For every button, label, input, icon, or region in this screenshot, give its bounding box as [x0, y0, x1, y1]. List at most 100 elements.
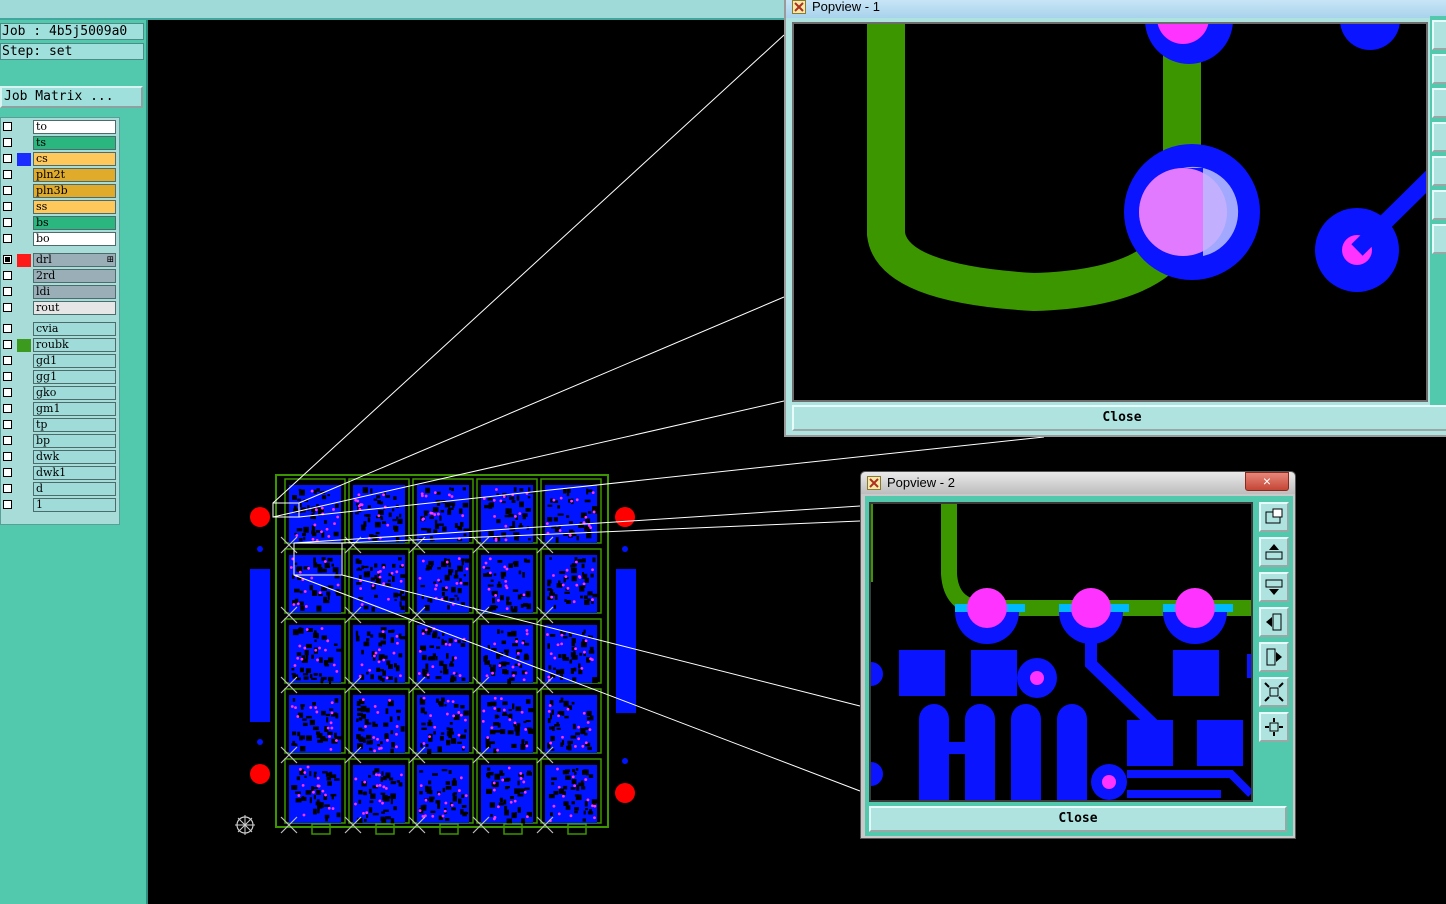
layer-checkbox[interactable] — [3, 340, 12, 349]
layer-name[interactable]: ts — [33, 136, 116, 150]
popview-1-view[interactable] — [792, 22, 1428, 402]
layer-name[interactable]: 1 — [33, 498, 116, 512]
popview-2-view[interactable] — [869, 502, 1253, 802]
layer-checkbox[interactable] — [3, 404, 12, 413]
close-icon[interactable]: × — [1245, 472, 1289, 491]
layer-checkbox[interactable] — [3, 234, 12, 243]
layer-name[interactable]: cvia — [33, 322, 116, 336]
layer-checkbox[interactable] — [3, 436, 12, 445]
layer-checkbox[interactable] — [3, 468, 12, 477]
unit-via — [381, 630, 385, 634]
layer-row-roubk[interactable]: roubk — [1, 338, 119, 353]
layer-row-tp[interactable]: tp — [1, 418, 119, 433]
layer-checkbox[interactable] — [3, 372, 12, 381]
layer-row-bo[interactable]: bo — [1, 232, 119, 247]
layer-checkbox[interactable] — [3, 484, 12, 493]
popview-1-close-button[interactable]: Close — [792, 405, 1446, 431]
layer-name[interactable]: bo — [33, 232, 116, 246]
pan-right-icon[interactable] — [1259, 642, 1289, 672]
layer-checkbox[interactable] — [3, 287, 12, 296]
pan-down-icon[interactable] — [1259, 572, 1289, 602]
pan-up-icon[interactable] — [1259, 537, 1289, 567]
layer-name[interactable]: bp — [33, 434, 116, 448]
layer-row-dwk[interactable]: dwk — [1, 450, 119, 465]
layer-row-bp[interactable]: bp — [1, 434, 119, 449]
layer-row-bs[interactable]: bs — [1, 216, 119, 231]
layer-checkbox[interactable] — [3, 122, 12, 131]
layer-name[interactable]: gd1 — [33, 354, 116, 368]
layer-name[interactable]: to — [33, 120, 116, 134]
layer-checkbox[interactable] — [3, 420, 12, 429]
layer-row-ss[interactable]: ss — [1, 200, 119, 215]
layer-name[interactable]: cs — [33, 152, 116, 166]
layer-name[interactable]: bs — [33, 216, 116, 230]
pan-down-icon[interactable] — [1432, 88, 1446, 118]
unit-via — [330, 711, 334, 715]
pan-right-icon[interactable] — [1432, 156, 1446, 186]
unit-via — [373, 704, 377, 708]
layer-checkbox[interactable] — [3, 255, 12, 264]
layer-row-gd1[interactable]: gd1 — [1, 354, 119, 369]
layer-name[interactable]: drl — [33, 253, 116, 267]
zoom-fit-icon[interactable] — [1259, 502, 1289, 532]
layer-checkbox[interactable] — [3, 452, 12, 461]
layer-name[interactable]: dwk1 — [33, 466, 116, 480]
layer-name[interactable]: dwk — [33, 450, 116, 464]
unit-detail — [390, 799, 393, 805]
zoom-out-icon[interactable] — [1259, 677, 1289, 707]
layer-checkbox[interactable] — [3, 356, 12, 365]
layer-name[interactable]: pln3b — [33, 184, 116, 198]
layer-row-1[interactable]: 1 — [1, 498, 119, 513]
pan-left-icon[interactable] — [1432, 122, 1446, 152]
layer-name[interactable]: ss — [33, 200, 116, 214]
job-matrix-button[interactable]: Job Matrix ... — [0, 86, 143, 108]
zoom-fit-icon[interactable] — [1432, 20, 1446, 50]
layer-name[interactable]: 2rd — [33, 269, 116, 283]
layer-row-to[interactable]: to — [1, 120, 119, 135]
layer-row-ldi[interactable]: ldi — [1, 285, 119, 300]
pan-up-icon[interactable] — [1432, 54, 1446, 84]
pan-left-icon[interactable] — [1259, 607, 1289, 637]
layer-row-dwk1[interactable]: dwk1 — [1, 466, 119, 481]
layer-row-pln2t[interactable]: pln2t — [1, 168, 119, 183]
layer-row-gm1[interactable]: gm1 — [1, 402, 119, 417]
layer-name[interactable]: d — [33, 482, 116, 496]
popview-2-titlebar[interactable]: Popview - 2 × — [861, 472, 1295, 494]
layer-name[interactable]: pln2t — [33, 168, 116, 182]
layer-name[interactable]: gm1 — [33, 402, 116, 416]
layer-name[interactable]: gko — [33, 386, 116, 400]
popview-2-close-button[interactable]: Close — [869, 806, 1287, 832]
layer-checkbox[interactable] — [3, 303, 12, 312]
layer-row-drl[interactable]: drl — [1, 253, 119, 268]
layer-row-cs[interactable]: cs — [1, 152, 119, 167]
layer-name[interactable]: rout — [33, 301, 116, 315]
layer-checkbox[interactable] — [3, 500, 12, 509]
layer-name[interactable]: ldi — [33, 285, 116, 299]
layer-row-gg1[interactable]: gg1 — [1, 370, 119, 385]
layer-checkbox[interactable] — [3, 186, 12, 195]
unit-via — [519, 777, 523, 780]
layer-row-2rd[interactable]: 2rd — [1, 269, 119, 284]
layer-row-rout[interactable]: rout — [1, 301, 119, 316]
zoom-in-icon[interactable] — [1432, 224, 1446, 254]
layer-checkbox[interactable] — [3, 324, 12, 333]
layer-checkbox[interactable] — [3, 154, 12, 163]
layer-name[interactable]: roubk — [33, 338, 116, 352]
layer-row-ts[interactable]: ts — [1, 136, 119, 151]
layer-row-d[interactable]: d — [1, 482, 119, 497]
layer-checkbox[interactable] — [3, 138, 12, 147]
layer-checkbox[interactable] — [3, 271, 12, 280]
layer-name[interactable]: gg1 — [33, 370, 116, 384]
zoom-in-icon[interactable] — [1259, 712, 1289, 742]
popview-1-titlebar[interactable]: Popview - 1 — [786, 0, 1446, 18]
layer-row-pln3b[interactable]: pln3b — [1, 184, 119, 199]
layer-row-cvia[interactable]: cvia — [1, 322, 119, 337]
unit-via — [553, 656, 557, 660]
layer-row-gko[interactable]: gko — [1, 386, 119, 401]
zoom-out-icon[interactable] — [1432, 190, 1446, 220]
layer-checkbox[interactable] — [3, 388, 12, 397]
layer-checkbox[interactable] — [3, 218, 12, 227]
layer-name[interactable]: tp — [33, 418, 116, 432]
layer-checkbox[interactable] — [3, 202, 12, 211]
layer-checkbox[interactable] — [3, 170, 12, 179]
